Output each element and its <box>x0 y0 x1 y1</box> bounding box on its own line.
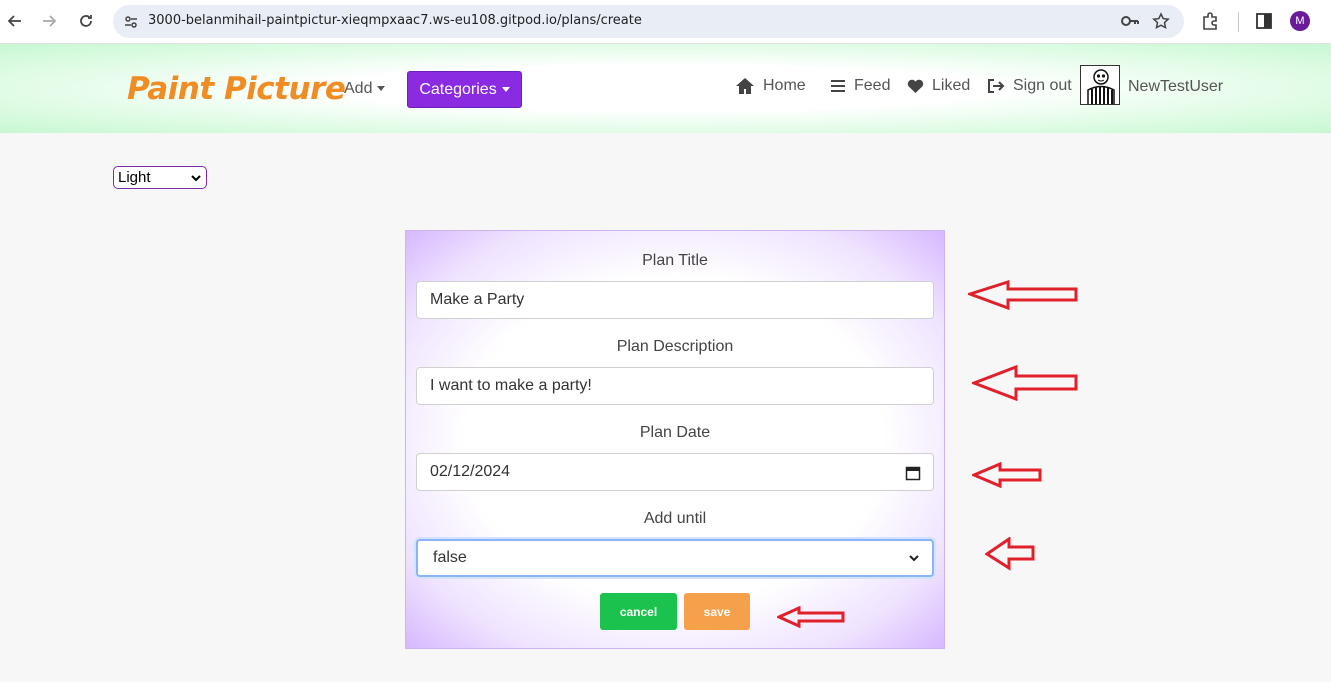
nav-feed-label: Feed <box>854 77 891 94</box>
nav-signout-link[interactable]: Sign out <box>987 77 1072 95</box>
nav-home-label: Home <box>763 77 806 94</box>
user-avatar[interactable] <box>1080 65 1120 105</box>
categories-dropdown-button[interactable]: Categories <box>407 71 522 108</box>
reload-icon[interactable] <box>75 10 97 32</box>
caret-down-icon <box>377 86 386 92</box>
side-panel-icon[interactable] <box>1255 12 1273 35</box>
add-dropdown-label: Add <box>344 80 373 97</box>
add-until-label: Add until <box>643 510 707 527</box>
home-icon <box>736 78 754 94</box>
brand-logo[interactable]: Paint Picture <box>127 71 346 107</box>
site-navbar: Paint Picture Add Categories Home Feed L… <box>0 44 1331 133</box>
chevron-down-icon <box>191 175 201 182</box>
forward-icon[interactable] <box>38 10 60 32</box>
bookmark-star-icon[interactable] <box>1152 12 1170 35</box>
plan-date-value: 02/12/2024 <box>430 463 511 480</box>
browser-toolbar: 3000-belanmihail-paintpictur-xieqmpxaac7… <box>0 0 1331 44</box>
nav-feed-link[interactable]: Feed <box>830 77 890 95</box>
heart-icon <box>907 79 924 93</box>
annotation-arrow-icon <box>968 280 1078 310</box>
annotation-arrow-icon <box>972 462 1042 488</box>
calendar-icon[interactable] <box>905 465 921 481</box>
theme-select-value: Light <box>118 169 151 186</box>
plan-date-input[interactable]: 02/12/2024 <box>416 453 934 491</box>
nav-home-link[interactable]: Home <box>735 77 806 95</box>
add-until-select[interactable]: false <box>416 539 934 577</box>
site-settings-icon[interactable] <box>123 14 139 35</box>
annotation-arrow-icon <box>985 537 1035 571</box>
plan-description-value: I want to make a party! <box>430 377 592 394</box>
plan-title-input[interactable]: Make a Party <box>416 281 934 319</box>
plan-description-label: Plan Description <box>616 338 734 355</box>
caret-down-icon <box>501 87 510 92</box>
theme-select[interactable]: Light <box>113 166 207 189</box>
plan-date-label: Plan Date <box>639 424 711 441</box>
annotation-arrow-icon <box>777 606 845 628</box>
categories-label: Categories <box>419 80 497 98</box>
list-icon <box>831 80 845 92</box>
plan-title-value: Make a Party <box>430 291 525 308</box>
add-until-value: false <box>433 549 467 566</box>
sign-out-icon <box>988 79 1005 93</box>
nav-liked-link[interactable]: Liked <box>907 77 970 95</box>
address-bar[interactable]: 3000-belanmihail-paintpictur-xieqmpxaac7… <box>113 5 1184 38</box>
plan-title-label: Plan Title <box>642 252 708 269</box>
extensions-icon[interactable] <box>1200 11 1220 36</box>
plan-description-input[interactable]: I want to make a party! <box>416 367 934 405</box>
username[interactable]: NewTestUser <box>1128 78 1223 96</box>
create-plan-form: Plan Title Make a Party Plan Description… <box>405 230 945 649</box>
annotation-arrow-icon <box>972 365 1078 401</box>
toolbar-divider <box>1238 12 1239 32</box>
save-button[interactable]: save <box>684 593 750 630</box>
password-key-icon[interactable] <box>1120 13 1140 34</box>
cancel-button[interactable]: cancel <box>600 593 677 630</box>
add-dropdown[interactable]: Add <box>344 80 386 98</box>
profile-avatar[interactable]: M <box>1290 11 1310 31</box>
nav-liked-label: Liked <box>932 77 971 94</box>
nav-signout-label: Sign out <box>1013 77 1072 94</box>
chevron-down-icon <box>909 555 919 562</box>
back-icon[interactable] <box>4 10 26 32</box>
url-text: 3000-belanmihail-paintpictur-xieqmpxaac7… <box>148 13 642 28</box>
